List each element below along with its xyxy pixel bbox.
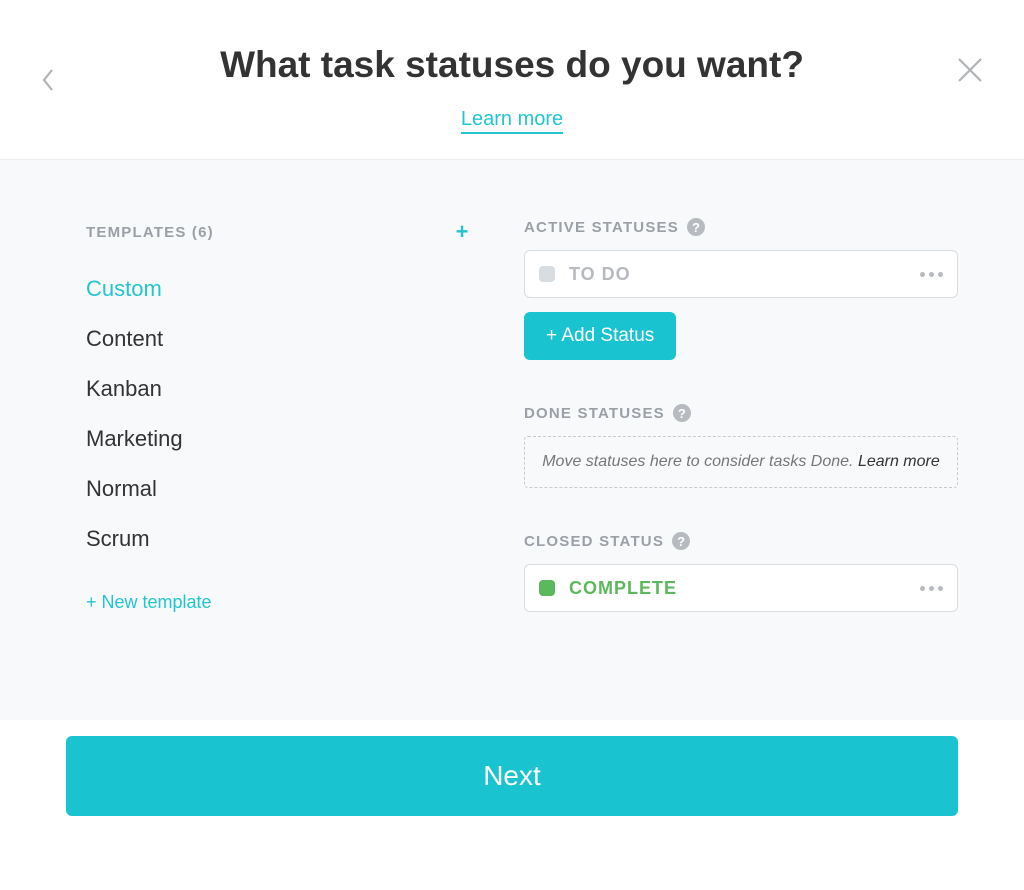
learn-more-wrap: Learn more <box>0 108 1024 131</box>
status-color-chip <box>539 580 555 596</box>
active-statuses-label: ACTIVE STATUSES <box>524 219 679 236</box>
next-button[interactable]: Next <box>66 736 958 816</box>
learn-more-link[interactable]: Learn more <box>461 108 563 134</box>
status-color-chip <box>539 266 555 282</box>
footer: Next <box>0 720 1024 856</box>
active-help-icon[interactable]: ? <box>687 218 705 236</box>
page-title: What task statuses do you want? <box>0 44 1024 86</box>
done-statuses-label: DONE STATUSES <box>524 405 665 422</box>
templates-panel: TEMPLATES (6) + Custom Content Kanban Ma… <box>86 218 476 613</box>
status-card-complete[interactable]: COMPLETE <box>524 564 958 612</box>
dropzone-text: Move statuses here to consider tasks Don… <box>542 453 858 470</box>
closed-help-icon[interactable]: ? <box>672 532 690 550</box>
status-more-icon[interactable] <box>920 272 943 277</box>
status-name: COMPLETE <box>569 578 906 599</box>
closed-status-label: CLOSED STATUS <box>524 533 664 550</box>
close-button[interactable] <box>950 50 990 90</box>
status-name: TO DO <box>569 264 906 285</box>
template-item-scrum[interactable]: Scrum <box>86 526 476 552</box>
templates-header: TEMPLATES (6) <box>86 224 214 241</box>
template-item-kanban[interactable]: Kanban <box>86 376 476 402</box>
status-more-icon[interactable] <box>920 586 943 591</box>
templates-list: Custom Content Kanban Marketing Normal S… <box>86 276 476 552</box>
body: TEMPLATES (6) + Custom Content Kanban Ma… <box>0 160 1024 720</box>
status-card-todo[interactable]: TO DO <box>524 250 958 298</box>
template-item-custom[interactable]: Custom <box>86 276 476 302</box>
add-template-icon[interactable]: + <box>448 218 476 246</box>
new-template-link[interactable]: + New template <box>86 592 476 613</box>
done-help-icon[interactable]: ? <box>673 404 691 422</box>
template-item-marketing[interactable]: Marketing <box>86 426 476 452</box>
add-status-button[interactable]: + Add Status <box>524 312 676 360</box>
template-item-normal[interactable]: Normal <box>86 476 476 502</box>
statuses-panel: ACTIVE STATUSES ? TO DO + Add Status DON… <box>524 218 958 613</box>
dropzone-learn-more[interactable]: Learn more <box>858 453 940 470</box>
header: What task statuses do you want? Learn mo… <box>0 0 1024 160</box>
done-dropzone[interactable]: Move statuses here to consider tasks Don… <box>524 436 958 488</box>
close-icon <box>956 56 984 84</box>
template-item-content[interactable]: Content <box>86 326 476 352</box>
